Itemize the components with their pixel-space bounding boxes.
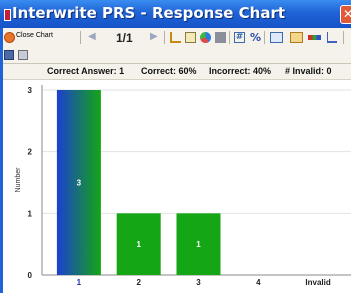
bar-value-label: 1 [136,240,141,249]
x-tick-label: 3 [196,278,201,287]
x-tick-label: 4 [256,278,261,287]
save-icon[interactable] [4,50,14,60]
toolbar-separator [343,31,344,44]
x-tick-label: Invalid [305,278,330,287]
close-chart-icon[interactable] [4,32,15,43]
pie-chart-icon[interactable] [200,32,211,43]
percent-mode-icon[interactable]: % [250,32,261,43]
y-tick-label: 2 [28,148,33,157]
x-tick-label: 1 [77,278,82,287]
colors-icon[interactable] [308,35,321,40]
y-tick-label: 0 [28,271,33,280]
window-frame-left [0,28,3,293]
toolbar-separator [80,31,81,44]
correct-answer-stat: Correct Answer: 1 [47,66,125,76]
bar-value-label: 1 [196,240,201,249]
x-tick-label: 2 [136,278,141,287]
count-mode-icon[interactable]: # [234,32,245,43]
toolbar-separator [164,31,165,44]
y-tick-label: 1 [28,209,33,218]
y-tick-label: 3 [28,86,33,95]
bars: 3 1 1 [56,90,221,275]
y-axis-label: Number [15,167,22,193]
label-icon[interactable] [270,32,283,43]
app-icon [4,9,11,21]
table-view-icon[interactable] [215,32,226,43]
response-chart: 0 1 2 3 Number 3 1 1 1 2 3 4 Invalid [15,85,351,287]
close-chart-button[interactable]: Close Chart [16,32,53,39]
scale-icon[interactable] [327,32,337,43]
next-page-icon[interactable]: ▶ [150,32,158,42]
toolbar-separator [264,31,265,44]
bar-chart-icon[interactable] [170,32,181,43]
bar-value-label: 3 [77,179,82,188]
toolbar-separator [229,31,230,44]
correct-stat: Correct: 60% [141,66,197,76]
toolbar-bottom [0,47,351,64]
window-title: Interwrite PRS - Response Chart [12,4,286,22]
y-tick-labels: 0 1 2 3 [28,86,33,280]
x-tick-labels: 1 2 3 4 Invalid [77,278,331,287]
invalid-stat: # Invalid: 0 [285,66,332,76]
chart-type-icon[interactable] [185,32,196,43]
previous-page-icon[interactable]: ◀ [88,32,96,42]
legend-icon[interactable] [290,32,303,43]
print-icon[interactable] [18,50,28,60]
page-indicator: 1/1 [116,31,133,45]
incorrect-stat: Incorrect: 40% [209,66,272,76]
window-close-button[interactable]: ✕ [340,5,351,24]
